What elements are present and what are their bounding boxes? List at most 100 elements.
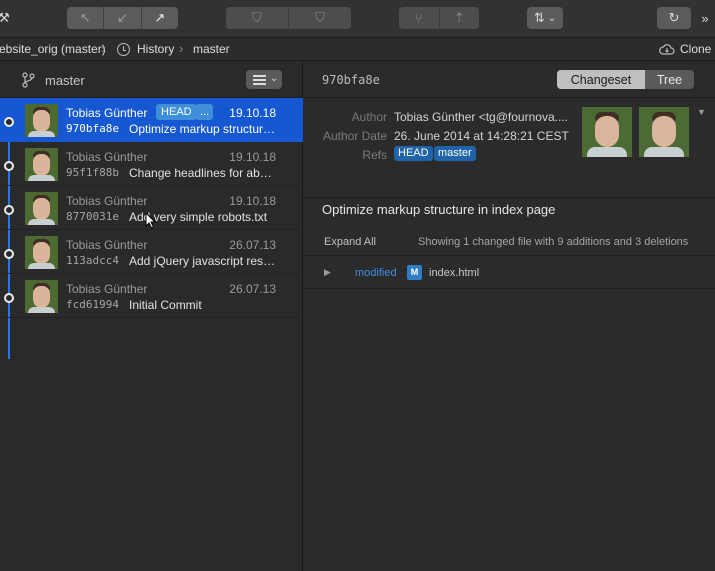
commit-graph-node [4,117,14,127]
commit-graph-node [4,249,14,259]
avatar [25,236,58,269]
expand-all-button[interactable]: Expand All [324,236,376,248]
commit-hash: 8770031e [66,210,119,223]
current-branch-label[interactable]: master [45,73,85,88]
stash-icon: ⛉ [252,10,262,25]
changed-file-row[interactable]: ▶ modified M index.html [304,255,715,289]
avatar [25,280,58,313]
pop-stash-button[interactable]: ⛉ [289,7,351,29]
change-summary: Showing 1 changed file with 9 additions … [418,236,689,248]
author-date-value: 26. June 2014 at 14:28:21 CEST [394,129,569,143]
commit-graph-node [4,161,14,171]
cloud-download-icon [659,44,675,55]
pull-button[interactable]: ↙ [104,7,142,29]
commit-row[interactable]: Tobias Günther 19.10.18 95f1f88b Change … [0,142,303,186]
push-button[interactable]: ↗ [142,7,178,29]
disclosure-triangle-icon[interactable]: ▶ [324,267,331,278]
commit-graph-node [4,205,14,215]
chevron-right-icon: › [101,41,106,56]
selected-commit-hash: 970bfa8e [322,73,380,87]
branch-icon [22,72,35,88]
commit-row[interactable]: Tobias Günther 26.07.13 fcd61994 Initial… [0,274,303,318]
stash-button[interactable]: ⛉ [226,7,289,29]
history-header: master ⌄ [0,61,303,98]
commit-author: Tobias Günther [66,150,148,164]
commit-hash: 970bfa8e [66,122,119,135]
avatar [25,104,58,137]
branch-button-group: ⑂ ⇡ [399,7,479,29]
fetch-button[interactable]: ↖ [67,7,105,29]
chevron-right-icon: › [179,41,184,56]
fetch-icon: ↖ [79,10,91,25]
head-tag: HEAD [156,104,197,120]
push-icon: ↗ [154,10,166,25]
path-bar: ebsite_orig (master) › History › master … [0,37,715,61]
committer-avatar [639,107,689,157]
commit-author: Tobias Günther [66,238,148,252]
commit-hash: 113adcc4 [66,254,119,267]
app-window: ⚒ ↖ ↙ ↗ ⛉ ⛉ ⑂ ⇡ ⇅ ⌄ ↻ » ebsite_orig (mas… [0,0,715,571]
commit-subject: Initial Commit [129,298,202,312]
overflow-icon[interactable]: » [696,7,714,29]
tools-icon[interactable]: ⚒ [0,7,14,29]
list-icon [253,75,266,77]
commit-hash: fcd61994 [66,298,119,311]
chevron-down-icon: ⌄ [270,73,279,84]
author-label: Author [351,110,387,124]
commit-metadata: Author Tobias Günther <tg@fournova.... A… [304,98,715,198]
commit-row[interactable]: Tobias Günther 26.07.13 113adcc4 Add jQu… [0,230,303,274]
detail-view-switch: Changeset Tree [557,70,694,89]
sync-button-group: ↖ ↙ ↗ [67,7,178,29]
mouse-cursor-icon [145,212,156,229]
commit-date: 19.10.18 [229,194,276,208]
commit-graph-node [4,293,14,303]
modified-badge: M [407,265,422,280]
file-status: modified [355,267,397,279]
refresh-icon: ↻ [668,10,680,25]
ref-badge-head[interactable]: HEAD [394,146,433,161]
merge-button[interactable]: ⇡ [440,7,480,29]
history-icon [117,43,130,56]
view-options-button[interactable]: ⌄ [246,70,282,89]
breadcrumb-branch[interactable]: master [193,42,230,56]
commit-date: 26.07.13 [229,238,276,252]
ref-badge-master[interactable]: master [434,146,476,161]
commit-date: 19.10.18 [229,150,276,164]
tab-tree[interactable]: Tree [645,70,694,89]
clone-button[interactable]: Clone [680,42,711,56]
branch-button[interactable]: ⑂ [399,7,440,29]
breadcrumb-history[interactable]: History [137,42,174,56]
tab-changeset[interactable]: Changeset [557,70,645,89]
chevron-down-icon: ⌄ [547,12,557,24]
detail-header: 970bfa8e Changeset Tree [304,61,715,98]
avatar [25,192,58,225]
history-pane: master ⌄ Tobias Günther HEAD ... 19.10.1… [0,61,303,571]
commit-author: Tobias Günther [66,106,148,120]
branch-icon: ⑂ [414,10,423,26]
filter-icon: ⇅ [533,10,545,25]
commit-date: 26.07.13 [229,282,276,296]
commit-subject: Change headlines for about page [129,166,277,180]
author-date-label: Author Date [322,129,387,143]
commit-subject: Add jQuery javascript resources [129,254,277,268]
toolbar: ⚒ ↖ ↙ ↗ ⛉ ⛉ ⑂ ⇡ ⇅ ⌄ ↻ » [0,0,715,37]
refresh-button[interactable]: ↻ [657,7,691,29]
commit-author: Tobias Günther [66,194,148,208]
author-avatar [582,107,632,157]
merge-icon: ⇡ [453,10,465,25]
more-tags-badge[interactable]: ... [196,104,214,120]
filter-dropdown-button[interactable]: ⇅ ⌄ [527,7,563,29]
commit-hash: 95f1f88b [66,166,119,179]
pull-icon: ↙ [117,10,128,25]
commit-date: 19.10.18 [229,106,276,120]
collapse-triangle-icon[interactable]: ▼ [697,107,706,117]
avatar [25,148,58,181]
commit-author: Tobias Günther [66,282,148,296]
stash-button-group: ⛉ ⛉ [226,7,351,29]
commit-detail-pane: 970bfa8e Changeset Tree Author Tobias Gü… [304,61,715,571]
refs-label: Refs [362,148,387,162]
commit-row[interactable]: Tobias Günther HEAD ... 19.10.18 970bfa8… [0,98,303,142]
commit-message: Optimize markup structure in index page [322,202,556,217]
breadcrumb-repository[interactable]: ebsite_orig (master) [0,42,106,56]
author-value: Tobias Günther <tg@fournova.... [394,110,568,124]
